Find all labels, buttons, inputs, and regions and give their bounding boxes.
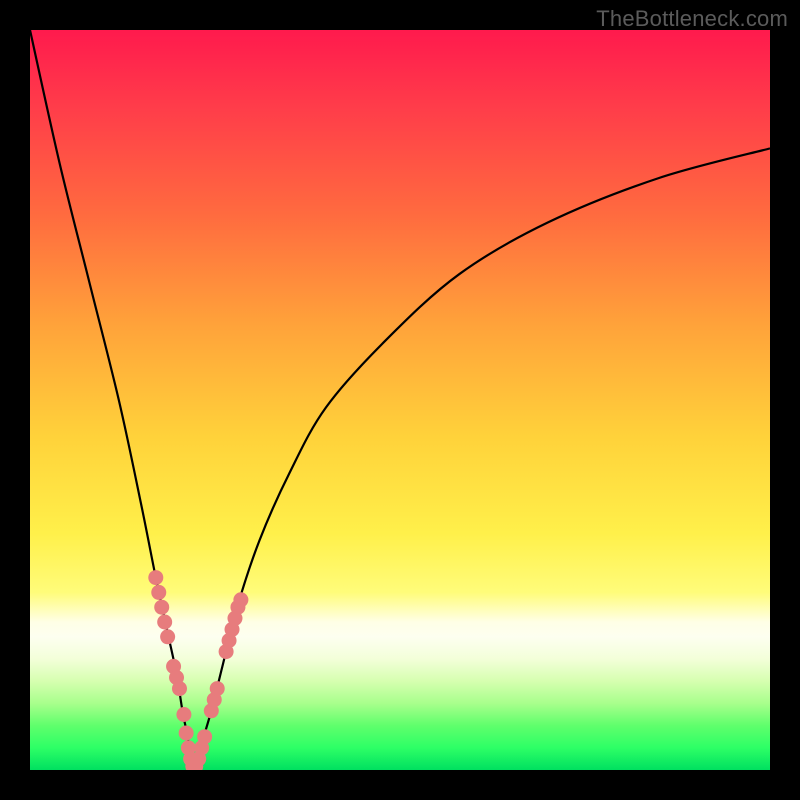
scatter-dot	[157, 615, 172, 630]
scatter-dot	[154, 600, 169, 615]
scatter-dot	[151, 585, 166, 600]
curve-group	[30, 30, 770, 770]
scatter-dot	[233, 592, 248, 607]
curve-left-branch	[30, 30, 193, 770]
curve-right-branch	[193, 148, 770, 770]
scatter-group	[148, 570, 248, 770]
scatter-dot	[148, 570, 163, 585]
scatter-dot	[179, 726, 194, 741]
watermark-text: TheBottleneck.com	[596, 6, 788, 32]
scatter-dot	[176, 707, 191, 722]
plot-area	[30, 30, 770, 770]
chart-svg	[30, 30, 770, 770]
scatter-dot	[172, 681, 187, 696]
scatter-dot	[160, 629, 175, 644]
outer-frame: TheBottleneck.com	[0, 0, 800, 800]
scatter-dot	[210, 681, 225, 696]
scatter-dot	[197, 729, 212, 744]
